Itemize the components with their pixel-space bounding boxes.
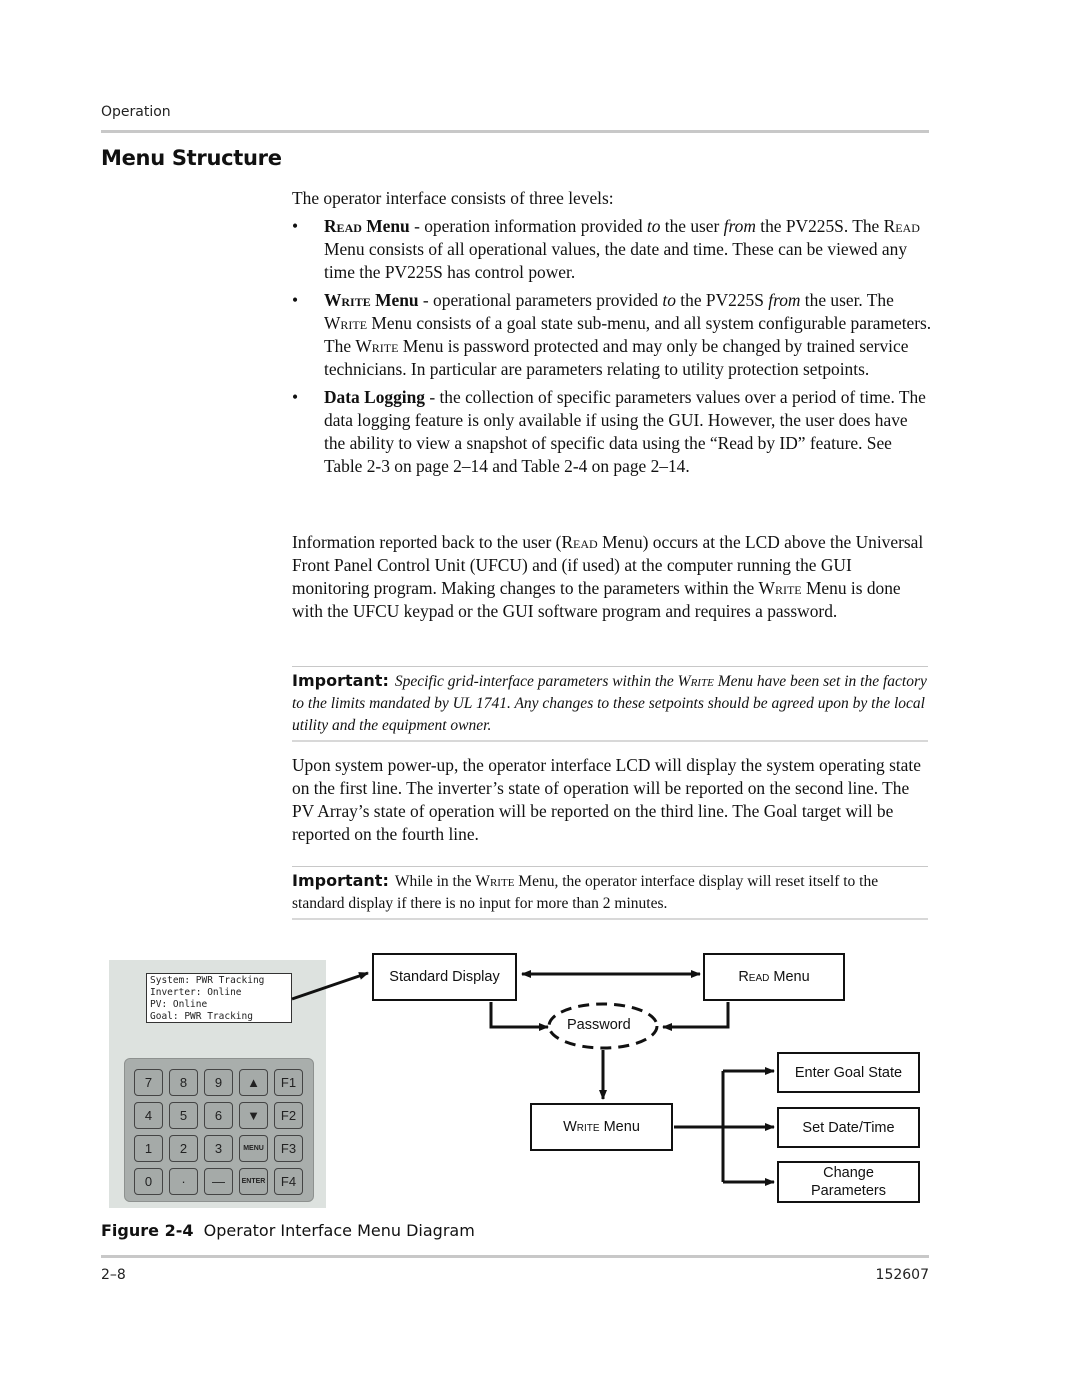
emphasis: to <box>662 290 676 310</box>
text: the PV225S. <box>755 216 849 236</box>
lcd-line-pv: PV: Online <box>150 999 208 1010</box>
text: the user. <box>800 290 863 310</box>
write-label-sc: Write <box>563 1119 600 1135</box>
footer-rule <box>101 1255 929 1258</box>
important-note-ul1741: Important: Specific grid-interface parame… <box>292 666 928 742</box>
key-9: 9 <box>204 1069 233 1096</box>
term-write: Write <box>324 290 371 310</box>
key-7: 7 <box>134 1069 163 1096</box>
password-label: Password <box>567 1017 631 1033</box>
term-write: Write <box>758 578 802 598</box>
change-parameters-label-2: Parameters <box>811 1183 886 1199</box>
key-f4: F4 <box>274 1168 303 1195</box>
change-parameters-box: Change Parameters <box>777 1161 920 1203</box>
emphasis: from <box>723 216 756 236</box>
standard-display-box: Standard Display <box>372 953 517 1001</box>
key-2: 2 <box>169 1135 198 1162</box>
term-rest: Menu <box>370 290 419 310</box>
emphasis: to <box>646 216 661 236</box>
read-menu-box: Read Menu <box>703 953 845 1001</box>
read-label-sc: Read <box>738 969 770 985</box>
term-read: Read <box>561 532 598 552</box>
lcd-line-goal: Goal: PWR Tracking <box>150 1011 253 1022</box>
term-read: Read <box>324 216 362 236</box>
list-item-data-logging: • Data Logging - the collection of speci… <box>292 386 932 478</box>
important-note-timeout: Important: While in the Write Menu, the o… <box>292 866 928 920</box>
document-number: 152607 <box>875 1267 929 1283</box>
key-0: 0 <box>134 1168 163 1195</box>
list-item-write-menu: • Write Menu - operational parameters pr… <box>292 289 932 381</box>
figure-title: Operator Interface Menu Diagram <box>203 1221 475 1240</box>
text: The <box>862 290 894 310</box>
bullet-icon: • <box>292 216 299 236</box>
term-write: Write <box>355 336 399 356</box>
text: the user <box>660 216 724 236</box>
section-title: Menu Structure <box>101 146 282 170</box>
lcd-line-inverter: Inverter: Online <box>150 987 242 998</box>
lcd-display: System: PWR Tracking Inverter: Online PV: … <box>146 973 292 1023</box>
info-paragraph: Information reported back to the user (R… <box>292 531 932 623</box>
enter-goal-state-box: Enter Goal State <box>777 1052 920 1093</box>
read-to-password-arrow <box>662 1002 730 1031</box>
text: The <box>848 216 884 236</box>
text: Menu consists of all operational values,… <box>324 239 908 282</box>
term-read: Read <box>883 216 920 236</box>
emphasis: from <box>768 290 801 310</box>
term-write: Write <box>475 873 515 890</box>
term-write: Write <box>677 673 714 690</box>
key-f1: F1 <box>274 1069 303 1096</box>
key-minus: — <box>204 1168 233 1195</box>
lcd-line-system: System: PWR Tracking <box>150 975 265 986</box>
text: Specific grid-interface parameters withi… <box>394 673 678 690</box>
key-5: 5 <box>169 1102 198 1129</box>
key-3: 3 <box>204 1135 233 1162</box>
bullet-icon: • <box>292 290 299 310</box>
write-menu-box: Write Menu <box>530 1103 673 1151</box>
important-label: Important: <box>292 871 389 890</box>
term-data-logging: Data Logging <box>324 387 425 407</box>
important-label: Important: <box>292 671 389 690</box>
key-4: 4 <box>134 1102 163 1129</box>
intro-paragraph: The operator interface consists of three… <box>292 188 614 208</box>
change-parameters-label-1: Change <box>823 1165 874 1181</box>
set-date-time-box: Set Date/Time <box>777 1107 920 1148</box>
text: - operation information provided <box>409 216 647 236</box>
key-6: 6 <box>204 1102 233 1129</box>
key-f3: F3 <box>274 1135 303 1162</box>
text: the PV225S <box>675 290 769 310</box>
write-label-rest: Menu <box>599 1119 640 1135</box>
key-dot: · <box>169 1168 198 1195</box>
enter-goal-state-label: Enter Goal State <box>794 1064 903 1081</box>
text: While in the <box>394 873 476 890</box>
bullet-icon: • <box>292 387 299 407</box>
header-rule <box>101 130 929 133</box>
key-1: 1 <box>134 1135 163 1162</box>
text: - operational parameters provided <box>418 290 663 310</box>
keypad: 7 8 9 ▲ F1 4 5 6 ▼ F2 1 2 3 MENU F3 0 · — ENTER F4 <box>124 1058 314 1202</box>
key-up: ▲ <box>239 1069 268 1096</box>
key-8: 8 <box>169 1069 198 1096</box>
running-header: Operation <box>101 104 171 120</box>
key-down: ▼ <box>239 1102 268 1129</box>
key-enter: ENTER <box>239 1168 268 1195</box>
standard-to-password-arrow <box>489 1002 549 1031</box>
read-label-rest: Menu <box>769 969 810 985</box>
figure-number: Figure 2-4 <box>101 1221 194 1240</box>
text: Menu is password protected and may only … <box>324 336 909 379</box>
figure-caption: Figure 2-4 Operator Interface Menu Diagr… <box>101 1221 475 1240</box>
page-number: 2–8 <box>101 1267 126 1283</box>
list-item-read-menu: • Read Menu - operation information prov… <box>292 215 932 284</box>
term-write: Write <box>324 313 368 333</box>
key-menu: MENU <box>239 1135 268 1162</box>
powerup-paragraph: Upon system power-up, the operator inter… <box>292 755 921 844</box>
set-date-time-label: Set Date/Time <box>802 1119 895 1136</box>
standard-display-label: Standard Display <box>389 969 500 985</box>
text: Information reported back to the user ( <box>292 532 562 552</box>
term-rest: Menu <box>361 216 410 236</box>
levels-list: • Read Menu - operation information prov… <box>292 215 932 483</box>
key-f2: F2 <box>274 1102 303 1129</box>
